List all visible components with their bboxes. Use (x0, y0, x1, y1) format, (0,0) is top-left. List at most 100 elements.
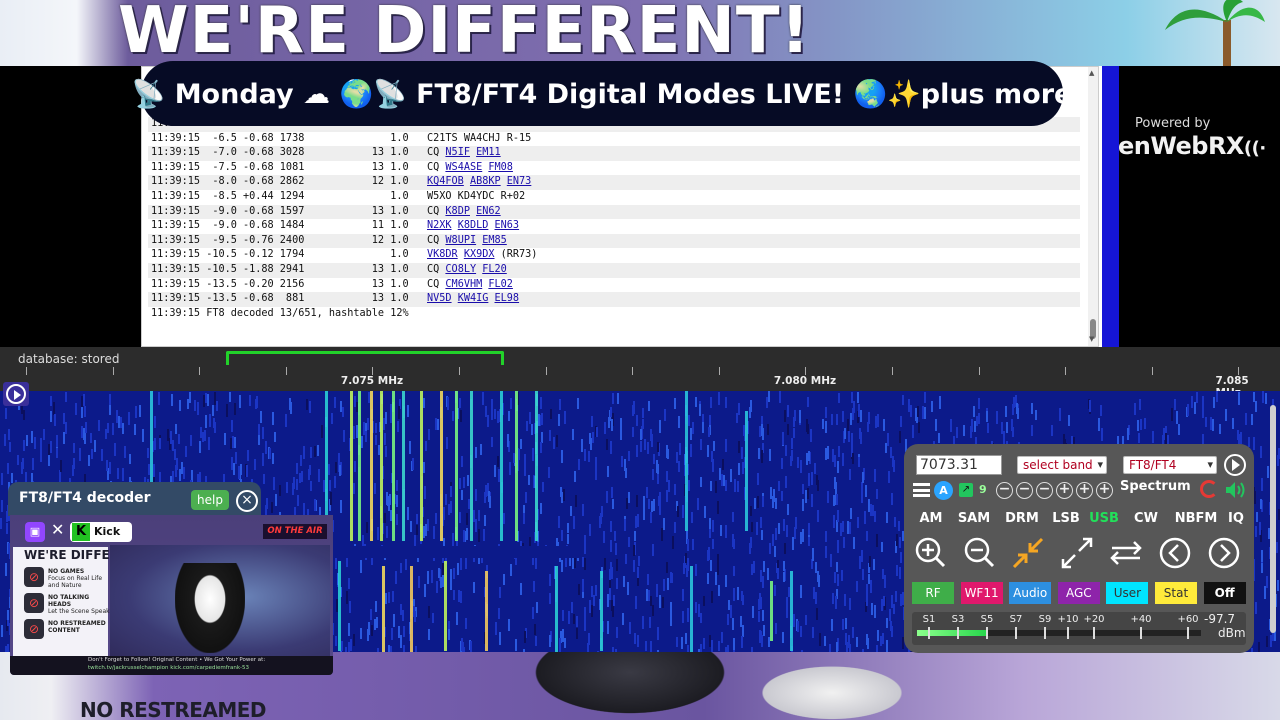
spectrum-button[interactable]: Spectrum (1120, 479, 1191, 494)
signal-trace (444, 561, 447, 651)
mode-cw[interactable]: CW (1132, 508, 1160, 530)
tab-rf[interactable]: RF (912, 582, 954, 604)
callsign-link[interactable]: N2XK (427, 220, 452, 231)
callsign-link[interactable]: FL02 (488, 279, 513, 290)
zoom-out-max-icon[interactable]: − (996, 482, 1013, 499)
tab-wf11[interactable]: WF11 (960, 582, 1003, 604)
menu-icon[interactable] (913, 483, 930, 497)
s-meter: -97.7 dBm S1 S3 S5 S7 S9 +10 +20 +40 +60 (912, 612, 1246, 645)
zoom-in-icon[interactable]: + (1076, 482, 1093, 499)
zoom-in-icon[interactable] (912, 535, 948, 571)
scale-tick (978, 367, 980, 375)
play-icon[interactable] (1224, 454, 1246, 476)
callsign-link[interactable]: EM11 (476, 147, 501, 158)
decode-log-list[interactable]: 11:39:15 -6.0 -0.60 2588 1.0 CO1ND W1SAB… (148, 117, 1080, 343)
swap-icon[interactable] (1108, 535, 1144, 571)
mode-select[interactable]: FT8/FT4 (1123, 456, 1217, 474)
callsign-link[interactable]: K8DLD (458, 220, 489, 231)
callsign-link[interactable]: EM85 (482, 235, 507, 246)
step-up-icon[interactable]: + (1056, 482, 1073, 499)
callsign-link[interactable]: W8UPI (445, 235, 476, 246)
tab-stat[interactable]: Stat (1155, 582, 1197, 604)
frequency-input[interactable]: 7073.31 (916, 455, 1002, 475)
callsign-link[interactable]: FL20 (482, 264, 507, 275)
s-meter-tick (1093, 627, 1095, 639)
callsign-link[interactable]: EN63 (495, 220, 520, 231)
callsign-link[interactable]: NV5D (427, 293, 452, 304)
callsign-link[interactable]: K8DP (445, 206, 470, 217)
callsign-link[interactable]: FM08 (488, 162, 513, 173)
band-select[interactable]: select band (1017, 456, 1107, 474)
s-meter-label: +10 (1057, 614, 1079, 625)
zoom-to-passband-icon[interactable] (1010, 535, 1046, 571)
scroll-up-icon[interactable]: ▲ (1089, 69, 1094, 77)
zoom-out-icon[interactable] (961, 535, 997, 571)
stream-promo-overlay: ▣ ✕ K Kick ON THE AIR WE'RE DIFFERENT! ⊘… (10, 515, 333, 675)
callsign-link[interactable]: AB8KP (470, 176, 501, 187)
tab-agc[interactable]: AGC (1057, 582, 1100, 604)
zoom-out-icon[interactable]: − (1016, 482, 1033, 499)
log-scrollbar[interactable]: ▲ ▼ (1088, 67, 1098, 346)
callsign-link[interactable]: EN62 (476, 206, 501, 217)
mode-am[interactable]: AM (916, 508, 946, 530)
s-meter-label: S3 (951, 614, 965, 625)
waterfall-scrollbar[interactable] (1268, 395, 1278, 650)
vfo-a-icon[interactable]: A (934, 481, 953, 500)
tab-audio[interactable]: Audio (1009, 582, 1052, 604)
frequency-scale[interactable]: database: stored 7.075 MHz 7.080 MHz 7.085… (0, 347, 1280, 399)
previous-icon[interactable] (1157, 535, 1193, 571)
callsign-link[interactable]: EN73 (507, 176, 532, 187)
callsign-link[interactable]: N5IF (445, 147, 470, 158)
log-line: 11:39:15 -9.5 -0.76 2400 12 1.0 CQ W8UPI… (148, 233, 1080, 249)
passband-indicator[interactable] (226, 351, 504, 365)
callsign-link[interactable]: KW4IG (458, 293, 489, 304)
frequency-label: 7.080 MHz (773, 375, 837, 387)
promo-item: ⊘ NO TALKING HEADS Let the Scene Speak (24, 593, 114, 615)
next-icon[interactable] (1206, 535, 1242, 571)
waterfall-scrollbar-thumb[interactable] (1270, 405, 1276, 633)
s-meter-tick (1140, 627, 1142, 639)
callsign-link[interactable]: VK8DR (427, 249, 458, 260)
speaker-icon[interactable] (1224, 481, 1248, 499)
scale-tick (805, 367, 807, 375)
mode-drm[interactable]: DRM (1002, 508, 1042, 530)
s-meter-tick (1044, 627, 1046, 639)
callsign-link[interactable]: CO8LY (445, 264, 476, 275)
mode-lsb[interactable]: LSB (1051, 508, 1081, 530)
tab-off[interactable]: Off (1203, 582, 1246, 604)
callsign-link[interactable]: KQ4FOB (427, 176, 464, 187)
mode-sam[interactable]: SAM (954, 508, 994, 530)
step-down-icon[interactable]: − (1036, 482, 1053, 499)
x-icon: ✕ (51, 520, 65, 539)
callsign-link[interactable]: CM6VHM (445, 279, 482, 290)
promo-scene-image (110, 545, 330, 660)
zoom-in-max-icon[interactable]: + (1096, 482, 1113, 499)
zoom-tools (912, 535, 1246, 573)
close-icon[interactable]: × (236, 490, 258, 512)
promo-item-sub: Focus on Real Life and Nature (48, 575, 103, 589)
mode-usb[interactable]: USB (1088, 508, 1120, 530)
squelch-icon[interactable]: ↗ (959, 483, 973, 497)
scroll-down-icon[interactable]: ▼ (1089, 335, 1094, 343)
help-button[interactable]: help (191, 490, 229, 510)
callsign-link[interactable]: WS4ASE (445, 162, 482, 173)
scale-tick (545, 367, 547, 375)
play-icon[interactable] (3, 382, 29, 406)
signal-trace (382, 566, 385, 652)
refresh-icon[interactable] (1200, 480, 1218, 498)
callsign-link[interactable]: EL98 (495, 293, 520, 304)
signal-trace (370, 391, 373, 541)
mode-iq[interactable]: IQ (1226, 508, 1246, 530)
signal-trace (790, 571, 793, 651)
mode-nbfm[interactable]: NBFM (1174, 508, 1218, 530)
signal-trace (420, 391, 423, 541)
no-talking-heads-icon: ⊘ (24, 593, 44, 613)
signal-trace (470, 391, 473, 541)
stream-title: 📡 Monday ☁ 🌍📡 FT8/FT4 Digital Modes LIVE… (132, 61, 1072, 126)
zoom-full-icon[interactable] (1059, 535, 1095, 571)
scale-tick (112, 367, 114, 375)
s-meter-tick (986, 627, 988, 639)
tab-user[interactable]: User (1106, 582, 1149, 604)
callsign-link[interactable]: KX9DX (464, 249, 495, 260)
scale-tick (285, 367, 287, 375)
